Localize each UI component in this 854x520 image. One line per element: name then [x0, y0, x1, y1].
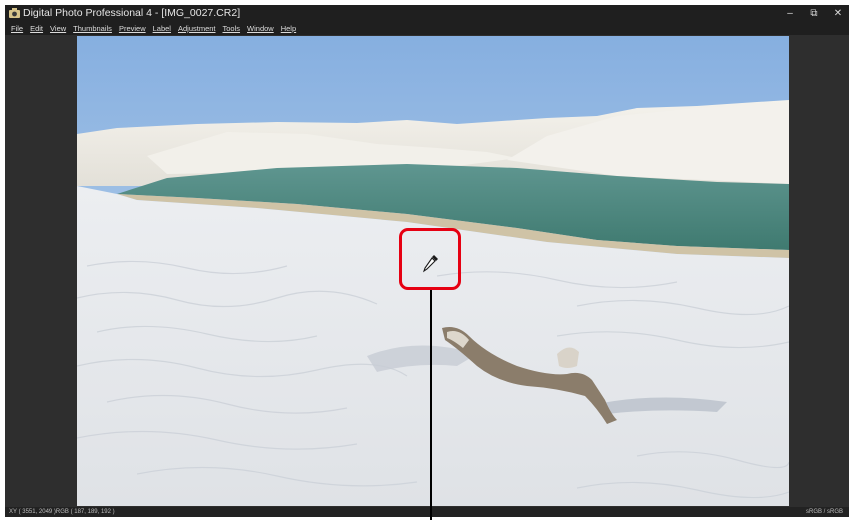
title-bar: Digital Photo Professional 4 - [IMG_0027… — [5, 5, 849, 22]
app-icon — [9, 8, 20, 18]
menu-window[interactable]: Window — [247, 22, 274, 35]
menu-edit[interactable]: Edit — [30, 22, 43, 35]
menu-label[interactable]: Label — [153, 22, 171, 35]
eyedropper-icon — [422, 255, 438, 273]
window-controls: – ⧉ ✕ — [783, 5, 845, 22]
menu-tools[interactable]: Tools — [223, 22, 241, 35]
menu-adjustment[interactable]: Adjustment — [178, 22, 216, 35]
callout-line — [430, 290, 432, 520]
menu-thumbnails[interactable]: Thumbnails — [73, 22, 112, 35]
minimize-button[interactable]: – — [783, 5, 797, 22]
menu-view[interactable]: View — [50, 22, 66, 35]
restore-button[interactable]: ⧉ — [807, 5, 821, 22]
menu-file[interactable]: File — [11, 22, 23, 35]
menu-preview[interactable]: Preview — [119, 22, 146, 35]
status-bar: XY ( 3551, 2049 )RGB ( 187, 189, 192 ) s… — [5, 507, 849, 517]
menu-bar: File Edit View Thumbnails Preview Label … — [5, 22, 849, 35]
color-space-readout: sRGB / sRGB — [805, 509, 843, 515]
pixel-readout: XY ( 3551, 2049 )RGB ( 187, 189, 192 ) — [9, 509, 115, 515]
window-title: Digital Photo Professional 4 - [IMG_0027… — [23, 7, 241, 19]
menu-help[interactable]: Help — [281, 22, 296, 35]
close-button[interactable]: ✕ — [831, 5, 845, 22]
